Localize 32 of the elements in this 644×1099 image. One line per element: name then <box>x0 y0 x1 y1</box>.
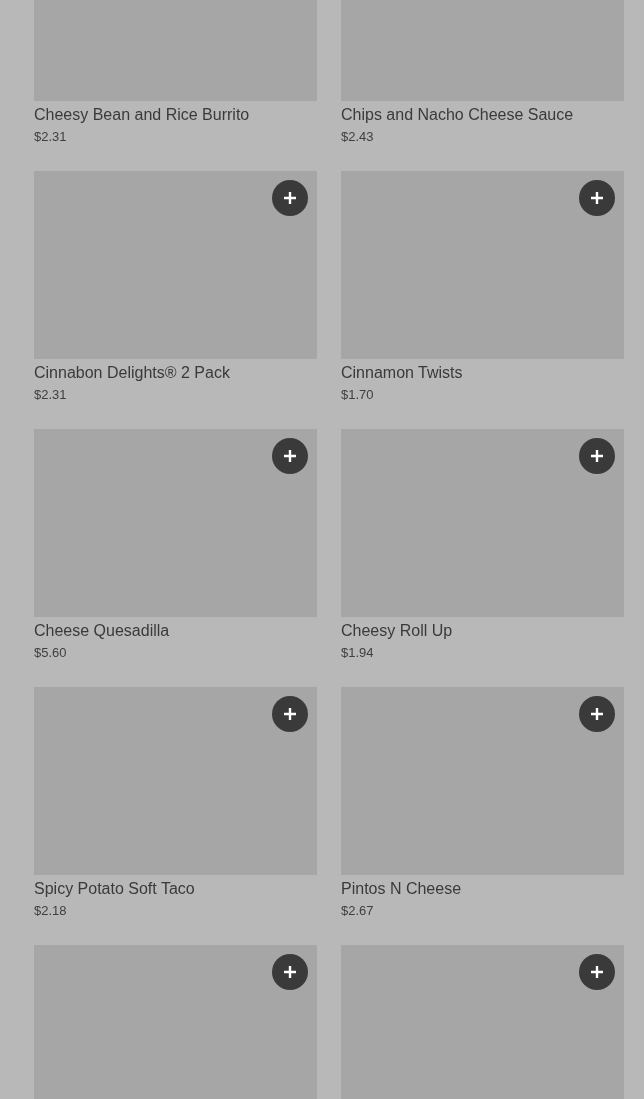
add-button[interactable] <box>272 180 308 216</box>
item-price: $2.67 <box>341 902 375 920</box>
item-price: $2.43 <box>341 128 375 146</box>
plus-icon <box>590 707 604 721</box>
item-name: Cheesy Bean and Rice Burrito <box>34 105 251 125</box>
add-button[interactable] <box>272 954 308 990</box>
plus-icon <box>283 965 297 979</box>
add-button[interactable] <box>579 180 615 216</box>
plus-icon <box>283 707 297 721</box>
add-button[interactable] <box>272 696 308 732</box>
plus-icon <box>283 191 297 205</box>
item-price: $2.31 <box>34 386 68 404</box>
item-name: Cinnamon Twists <box>341 363 464 383</box>
add-button[interactable] <box>579 438 615 474</box>
add-button[interactable] <box>272 438 308 474</box>
item-name: Cheesy Roll Up <box>341 621 454 641</box>
item-name: Chips and Nacho Cheese Sauce <box>341 105 575 125</box>
plus-icon <box>590 965 604 979</box>
plus-icon <box>283 449 297 463</box>
item-name: Cheese Quesadilla <box>34 621 171 641</box>
item-price: $5.60 <box>34 644 68 662</box>
item-price: $2.31 <box>34 128 68 146</box>
plus-icon <box>590 191 604 205</box>
item-name: Pintos N Cheese <box>341 879 463 899</box>
item-price: $1.94 <box>341 644 375 662</box>
plus-icon <box>590 449 604 463</box>
item-price: $1.70 <box>341 386 375 404</box>
item-name: Cinnabon Delights® 2 Pack <box>34 363 231 383</box>
item-name: Spicy Potato Soft Taco <box>34 879 196 899</box>
add-button[interactable] <box>579 954 615 990</box>
add-button[interactable] <box>579 696 615 732</box>
item-price: $2.18 <box>34 902 68 920</box>
